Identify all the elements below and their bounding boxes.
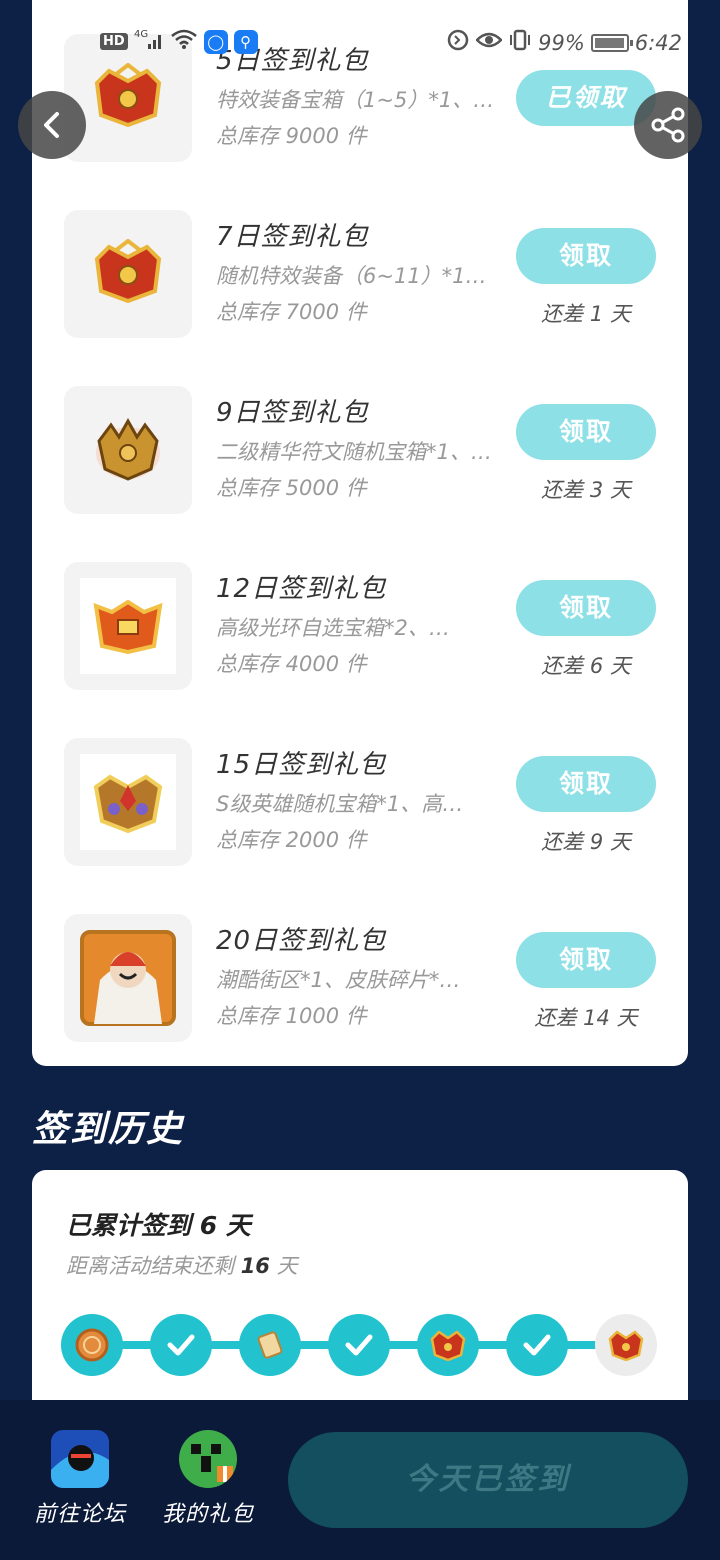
battery-percent: 99% bbox=[538, 30, 585, 55]
search-app-icon: ⚲ bbox=[233, 29, 258, 54]
status-left: HD 4G ◯ ⚲ bbox=[100, 28, 258, 55]
clock: 6:42 bbox=[634, 30, 682, 55]
vibrate-icon bbox=[508, 29, 532, 56]
check-icon bbox=[167, 1334, 195, 1356]
days-left-prefix: 距离活动结束还剩 bbox=[66, 1254, 241, 1278]
battery-icon bbox=[590, 33, 633, 52]
lightbulb-app-icon: ◯ bbox=[203, 29, 228, 54]
days-remaining: 还差 9 天 bbox=[541, 830, 631, 854]
days-left-value: 16 bbox=[240, 1254, 270, 1278]
share-icon bbox=[651, 107, 685, 143]
status-bar: HD 4G ◯ ⚲ 99% 6:42 bbox=[0, 24, 720, 60]
timeline-node-2 bbox=[150, 1314, 212, 1376]
timeline-node-7 bbox=[595, 1314, 657, 1376]
chest-icon bbox=[608, 1330, 644, 1361]
claim-button[interactable]: 领取 bbox=[516, 404, 656, 460]
svg-text:4G: 4G bbox=[134, 29, 148, 40]
claim-button[interactable]: 领取 bbox=[516, 756, 656, 812]
my-gifts-label: 我的礼包 bbox=[161, 1502, 254, 1527]
wifi-icon bbox=[170, 28, 198, 55]
chest-red-gold-icon bbox=[64, 210, 192, 338]
history-heading: 签到历史 bbox=[32, 1109, 185, 1150]
gift-row-12day: 12日签到礼包 高级光环自选宝箱*2、… 总库存 4000 件 领取 还差 6 … bbox=[32, 562, 688, 692]
gift-desc: 二级精华符文随机宝箱*1、… bbox=[216, 440, 492, 464]
data-saver-icon bbox=[446, 28, 470, 57]
days-remaining: 还差 6 天 bbox=[541, 654, 631, 678]
gift-desc: 特效装备宝箱（1~5）*1、… bbox=[216, 88, 495, 112]
gift-desc: 高级光环自选宝箱*2、… bbox=[216, 616, 450, 640]
back-button[interactable] bbox=[18, 91, 86, 159]
game-app-icon bbox=[51, 1430, 109, 1488]
gift-row-9day: 9日签到礼包 二级精华符文随机宝箱*1、… 总库存 5000 件 领取 还差 3… bbox=[32, 386, 688, 516]
signed-today-button[interactable]: 今天已签到 bbox=[288, 1432, 688, 1528]
forum-label: 前往论坛 bbox=[33, 1502, 126, 1527]
days-remaining: 还差 3 天 bbox=[541, 478, 631, 502]
gift-stock: 总库存 4000 件 bbox=[216, 652, 367, 676]
days-left-note: 距离活动结束还剩 16 天 bbox=[66, 1250, 298, 1280]
my-gifts-entry[interactable]: 我的礼包 bbox=[153, 1430, 263, 1528]
signal-icon: 4G bbox=[134, 28, 164, 55]
claim-button[interactable]: 领取 bbox=[516, 228, 656, 284]
gift-title: 15日签到礼包 bbox=[216, 750, 387, 780]
status-right: 99% 6:42 bbox=[446, 28, 682, 57]
gift-stock: 总库存 2000 件 bbox=[216, 828, 367, 852]
timeline-node-1 bbox=[61, 1314, 123, 1376]
days-remaining: 还差 14 天 bbox=[534, 1006, 638, 1030]
eye-icon bbox=[475, 30, 503, 55]
chest-gold-spiked-icon bbox=[64, 386, 192, 514]
gift-stock: 总库存 5000 件 bbox=[216, 476, 367, 500]
check-icon bbox=[523, 1334, 551, 1356]
gift-stock: 总库存 7000 件 bbox=[216, 300, 367, 324]
timeline-node-6 bbox=[506, 1314, 568, 1376]
claim-button[interactable]: 领取 bbox=[516, 932, 656, 988]
forum-entry[interactable]: 前往论坛 bbox=[25, 1430, 135, 1528]
gift-list-card: 5日签到礼包 特效装备宝箱（1~5）*1、… 总库存 9000 件 已领取 7日… bbox=[32, 0, 688, 1066]
gift-title: 7日签到礼包 bbox=[216, 222, 369, 252]
gift-title: 9日签到礼包 bbox=[216, 398, 369, 428]
creeper-gift-icon bbox=[179, 1430, 237, 1488]
timeline-node-3 bbox=[239, 1314, 301, 1376]
gift-desc: 潮酷街区*1、皮肤碎片*… bbox=[216, 968, 461, 992]
claim-button[interactable]: 领取 bbox=[516, 580, 656, 636]
gift-title: 20日签到礼包 bbox=[216, 926, 387, 956]
gift-stock: 总库存 1000 件 bbox=[216, 1004, 367, 1028]
days-left-suffix: 天 bbox=[269, 1254, 298, 1278]
check-icon bbox=[345, 1334, 373, 1356]
share-button[interactable] bbox=[634, 91, 702, 159]
coin-icon bbox=[75, 1328, 109, 1362]
gift-desc: 随机特效装备（6~11）*1、… bbox=[216, 264, 496, 288]
history-card: 已累计签到 6 天 距离活动结束还剩 16 天 bbox=[32, 1170, 688, 1430]
gift-desc: S级英雄随机宝箱*1、高… bbox=[216, 792, 464, 816]
days-remaining: 还差 1 天 bbox=[541, 302, 631, 326]
scroll-icon bbox=[257, 1331, 283, 1359]
gift-stock: 总库存 9000 件 bbox=[216, 124, 367, 148]
gift-row-7day: 7日签到礼包 随机特效装备（6~11）*1、… 总库存 7000 件 领取 还差… bbox=[32, 210, 688, 340]
chest-gold-purple-icon bbox=[64, 738, 192, 866]
gift-title: 12日签到礼包 bbox=[216, 574, 387, 604]
chest-icon bbox=[430, 1330, 466, 1361]
gift-row-20day: 20日签到礼包 潮酷街区*1、皮肤碎片*… 总库存 1000 件 领取 还差 1… bbox=[32, 914, 688, 1044]
skin-portrait-icon bbox=[64, 914, 192, 1042]
chevron-left-icon bbox=[44, 112, 59, 138]
cumulative-signin: 已累计签到 6 天 bbox=[66, 1211, 251, 1240]
timeline-node-5 bbox=[417, 1314, 479, 1376]
gift-row-15day: 15日签到礼包 S级英雄随机宝箱*1、高… 总库存 2000 件 领取 还差 9… bbox=[32, 738, 688, 868]
bottom-bar: 前往论坛 我的礼包 今天已签到 bbox=[0, 1400, 720, 1560]
hd-badge: HD bbox=[100, 33, 128, 50]
chest-orange-icon bbox=[64, 562, 192, 690]
timeline-node-4 bbox=[328, 1314, 390, 1376]
